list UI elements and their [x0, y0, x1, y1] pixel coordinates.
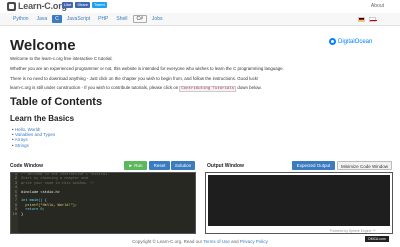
- output-window-title: Output Window: [207, 163, 244, 169]
- digitalocean-icon: [329, 38, 336, 45]
- intro-paragraph-1: Welcome to the learn-c.org free interact…: [10, 56, 113, 61]
- intro-paragraph-4: learn-c.org is still under construction …: [10, 85, 262, 92]
- contribute-text-end: down below.: [237, 85, 262, 90]
- nav-shell[interactable]: Shell: [113, 15, 130, 23]
- toc-title: Table of Contents: [10, 96, 103, 108]
- top-header: Learn-C.org Like Share Tweet About: [0, 0, 400, 12]
- german-flag-icon[interactable]: [358, 17, 365, 22]
- reset-button[interactable]: Reset: [149, 161, 170, 170]
- site-logo[interactable]: Learn-C.org: [7, 1, 67, 11]
- nav-php[interactable]: PHP: [95, 15, 111, 23]
- section-title: Learn the Basics: [10, 114, 75, 123]
- code-line: return 0;: [21, 208, 45, 213]
- nav-java[interactable]: Java: [34, 15, 51, 23]
- nav-jobs[interactable]: Jobs: [149, 15, 166, 23]
- output-window: [205, 172, 393, 234]
- facebook-share-button[interactable]: Share: [75, 2, 91, 8]
- logo-text: Learn-C.org: [18, 1, 67, 11]
- code-line: int main() {: [21, 199, 47, 204]
- intro-paragraph-3: There is no need to download anything - …: [10, 76, 259, 81]
- english-flag-icon[interactable]: [369, 17, 377, 22]
- page-title: Welcome: [10, 37, 76, 54]
- intro-paragraph-2: Whether you are an experienced programme…: [10, 66, 284, 71]
- terms-of-use-link[interactable]: Terms of Use: [203, 239, 230, 244]
- footer-and: and: [231, 239, 239, 244]
- about-link[interactable]: About: [371, 3, 384, 9]
- nav-python[interactable]: Python: [10, 15, 32, 23]
- contributing-tutorials-link[interactable]: Contributing Tutorials: [179, 86, 237, 92]
- code-content: /* Welcome to the Interactive C Tutorial…: [21, 173, 109, 217]
- basics-list: Hello, World! Variables and Types Arrays…: [12, 127, 56, 148]
- powered-by-text[interactable]: Powered by Sphere Engine ™: [330, 229, 376, 233]
- chapter-link[interactable]: Strings: [12, 143, 55, 148]
- code-line: }: [21, 212, 24, 217]
- solution-button[interactable]: Solution: [171, 161, 195, 170]
- sponsor-name: DigitalOcean: [338, 38, 373, 45]
- language-nav: Python Java C JavaScript PHP Shell C# Jo…: [0, 13, 400, 26]
- expected-output-button[interactable]: Expected Output: [292, 161, 335, 170]
- run-button[interactable]: ► Run: [124, 161, 147, 170]
- digitalocean-sponsor[interactable]: DigitalOcean: [329, 38, 372, 45]
- privacy-policy-link[interactable]: Privacy Policy: [240, 239, 268, 244]
- code-line: #include <stdio.h>: [21, 190, 60, 195]
- code-line: Start by choosing a chapter and: [21, 177, 88, 182]
- social-buttons: Like Share Tweet: [62, 2, 107, 8]
- minimize-code-window-button[interactable]: Minimize Code Window: [337, 161, 392, 170]
- nav-javascript[interactable]: JavaScript: [64, 15, 93, 23]
- code-line: write your code in this window. */: [21, 181, 95, 186]
- facebook-like-button[interactable]: Like: [62, 2, 74, 8]
- nav-csharp[interactable]: C#: [132, 15, 147, 23]
- code-editor[interactable]: 1 2 3 4 5 6 7 8 9 10 /* Welcome to the Interactiv…: [10, 172, 196, 234]
- contribute-text: learn-c.org is still under construction …: [10, 85, 179, 90]
- line-number-gutter: 1 2 3 4 5 6 7 8 9 10: [11, 173, 18, 233]
- tweet-button[interactable]: Tweet: [92, 2, 107, 8]
- footer: Copyright © Learn-C.org. Read our Terms …: [0, 239, 400, 244]
- nav-c[interactable]: C: [52, 15, 62, 23]
- copyright-text: Copyright © Learn-C.org. Read our: [132, 239, 203, 244]
- logo-icon: [7, 1, 16, 11]
- output-console: [208, 175, 390, 226]
- code-window-title: Code Window: [10, 163, 44, 169]
